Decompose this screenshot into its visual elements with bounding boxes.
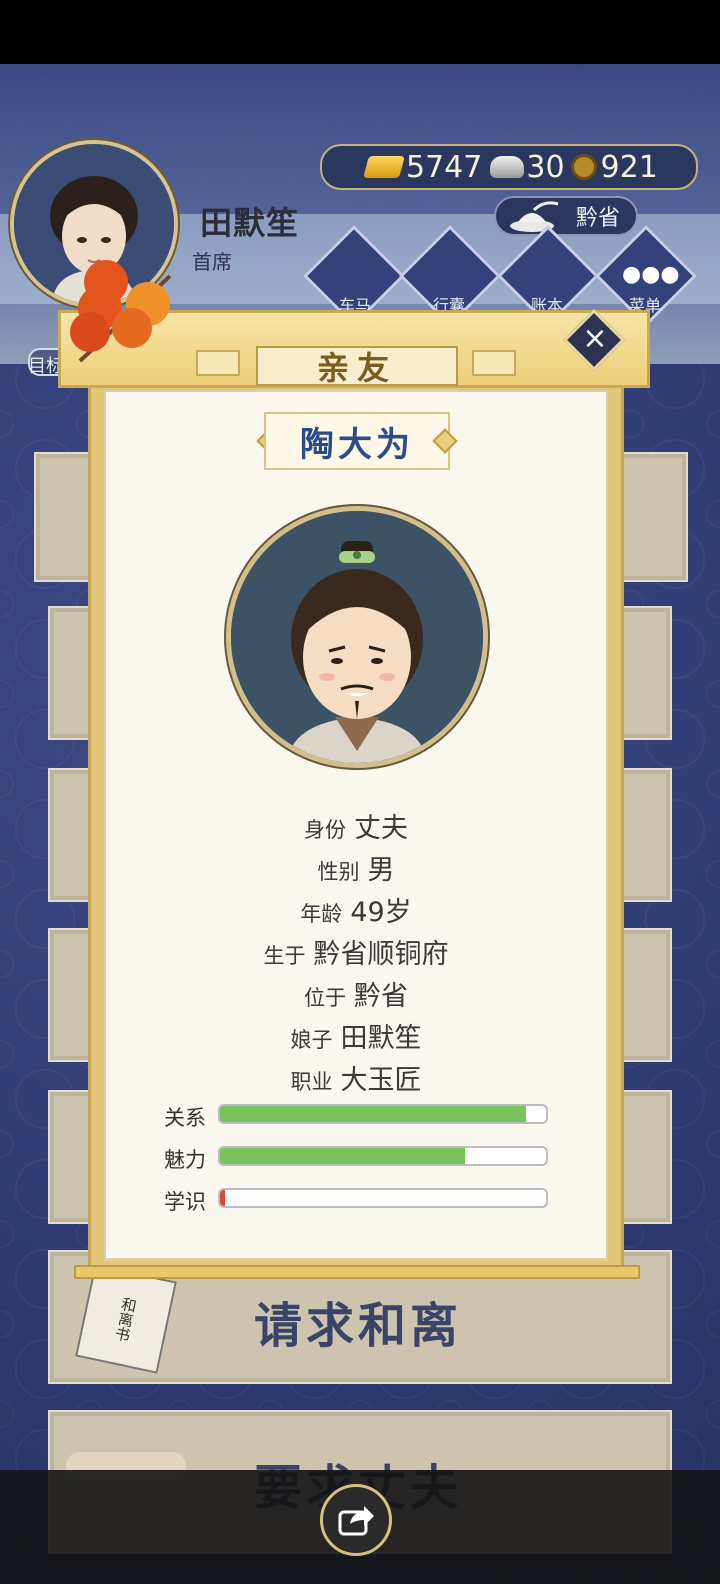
incense-burner-icon	[510, 201, 559, 232]
share-button[interactable]	[320, 1484, 392, 1556]
info-key: 生于	[263, 944, 306, 968]
info-value: 49岁	[350, 897, 412, 928]
player-title: 首席	[192, 250, 232, 274]
candied-haws-icon	[70, 260, 172, 363]
modal-title-text: 亲友	[316, 349, 397, 387]
info-value: 田默笙	[340, 1023, 422, 1054]
header-ornament-left	[196, 350, 240, 376]
silver-count: 30	[526, 149, 565, 185]
npc-face-icon	[231, 511, 483, 763]
more-icon: ●●●	[622, 262, 680, 287]
charm-fill	[220, 1148, 465, 1164]
info-value: 丈夫	[354, 813, 408, 844]
modal-base	[74, 1265, 640, 1279]
info-row-identity: 身份 丈夫	[104, 806, 608, 845]
info-row-age: 年龄 49岁	[104, 890, 608, 929]
info-key: 娘子	[290, 1028, 333, 1052]
info-key: 年龄	[300, 902, 343, 926]
info-key: 位于	[304, 986, 346, 1010]
info-key: 职业	[290, 1070, 333, 1094]
divorce-label: 请求和离	[253, 1298, 462, 1354]
stat-label-knowledge: 学识	[164, 1190, 206, 1214]
npc-portrait	[226, 506, 488, 768]
info-value: 黔省顺铜府	[313, 939, 449, 970]
stat-label-charm: 魅力	[164, 1148, 206, 1172]
share-icon	[338, 1506, 374, 1536]
info-row-location: 位于 黔省	[104, 974, 608, 1013]
knowledge-bar	[218, 1188, 548, 1208]
info-key: 身份	[304, 818, 346, 842]
header-ornament-right	[472, 350, 516, 376]
gold-count: 5747	[406, 149, 483, 185]
knowledge-fill	[220, 1190, 225, 1206]
location-label: 黔省	[575, 206, 620, 231]
info-row-wife: 娘子 田默笙	[104, 1016, 608, 1055]
close-icon: ×	[582, 321, 608, 356]
info-row-occupation: 职业 大玉匠	[104, 1058, 608, 1097]
coin-count: 921	[600, 149, 658, 185]
relationship-bar	[218, 1104, 548, 1124]
copper-coin-icon	[570, 154, 597, 180]
npc-name-text: 陶大为	[300, 424, 414, 465]
info-row-gender: 性别男	[104, 848, 608, 887]
stat-label-relationship: 关系	[164, 1106, 206, 1130]
gold-ingot-icon	[363, 156, 405, 178]
status-bar	[0, 0, 720, 64]
modal-title: 亲友	[256, 346, 458, 387]
player-name: 田默笙	[200, 204, 300, 242]
resource-bar: 5747 30 921	[320, 144, 698, 190]
info-value: 大玉匠	[340, 1065, 422, 1096]
info-row-birthplace: 生于 黔省顺铜府	[104, 932, 608, 971]
npc-name: 陶大为	[264, 412, 450, 470]
info-key: 性别	[317, 860, 360, 884]
silver-ingot-icon	[490, 156, 525, 178]
relationship-fill	[220, 1106, 527, 1122]
charm-bar	[218, 1146, 548, 1166]
info-value: 黔省	[354, 981, 408, 1012]
info-value: 男	[367, 855, 395, 886]
